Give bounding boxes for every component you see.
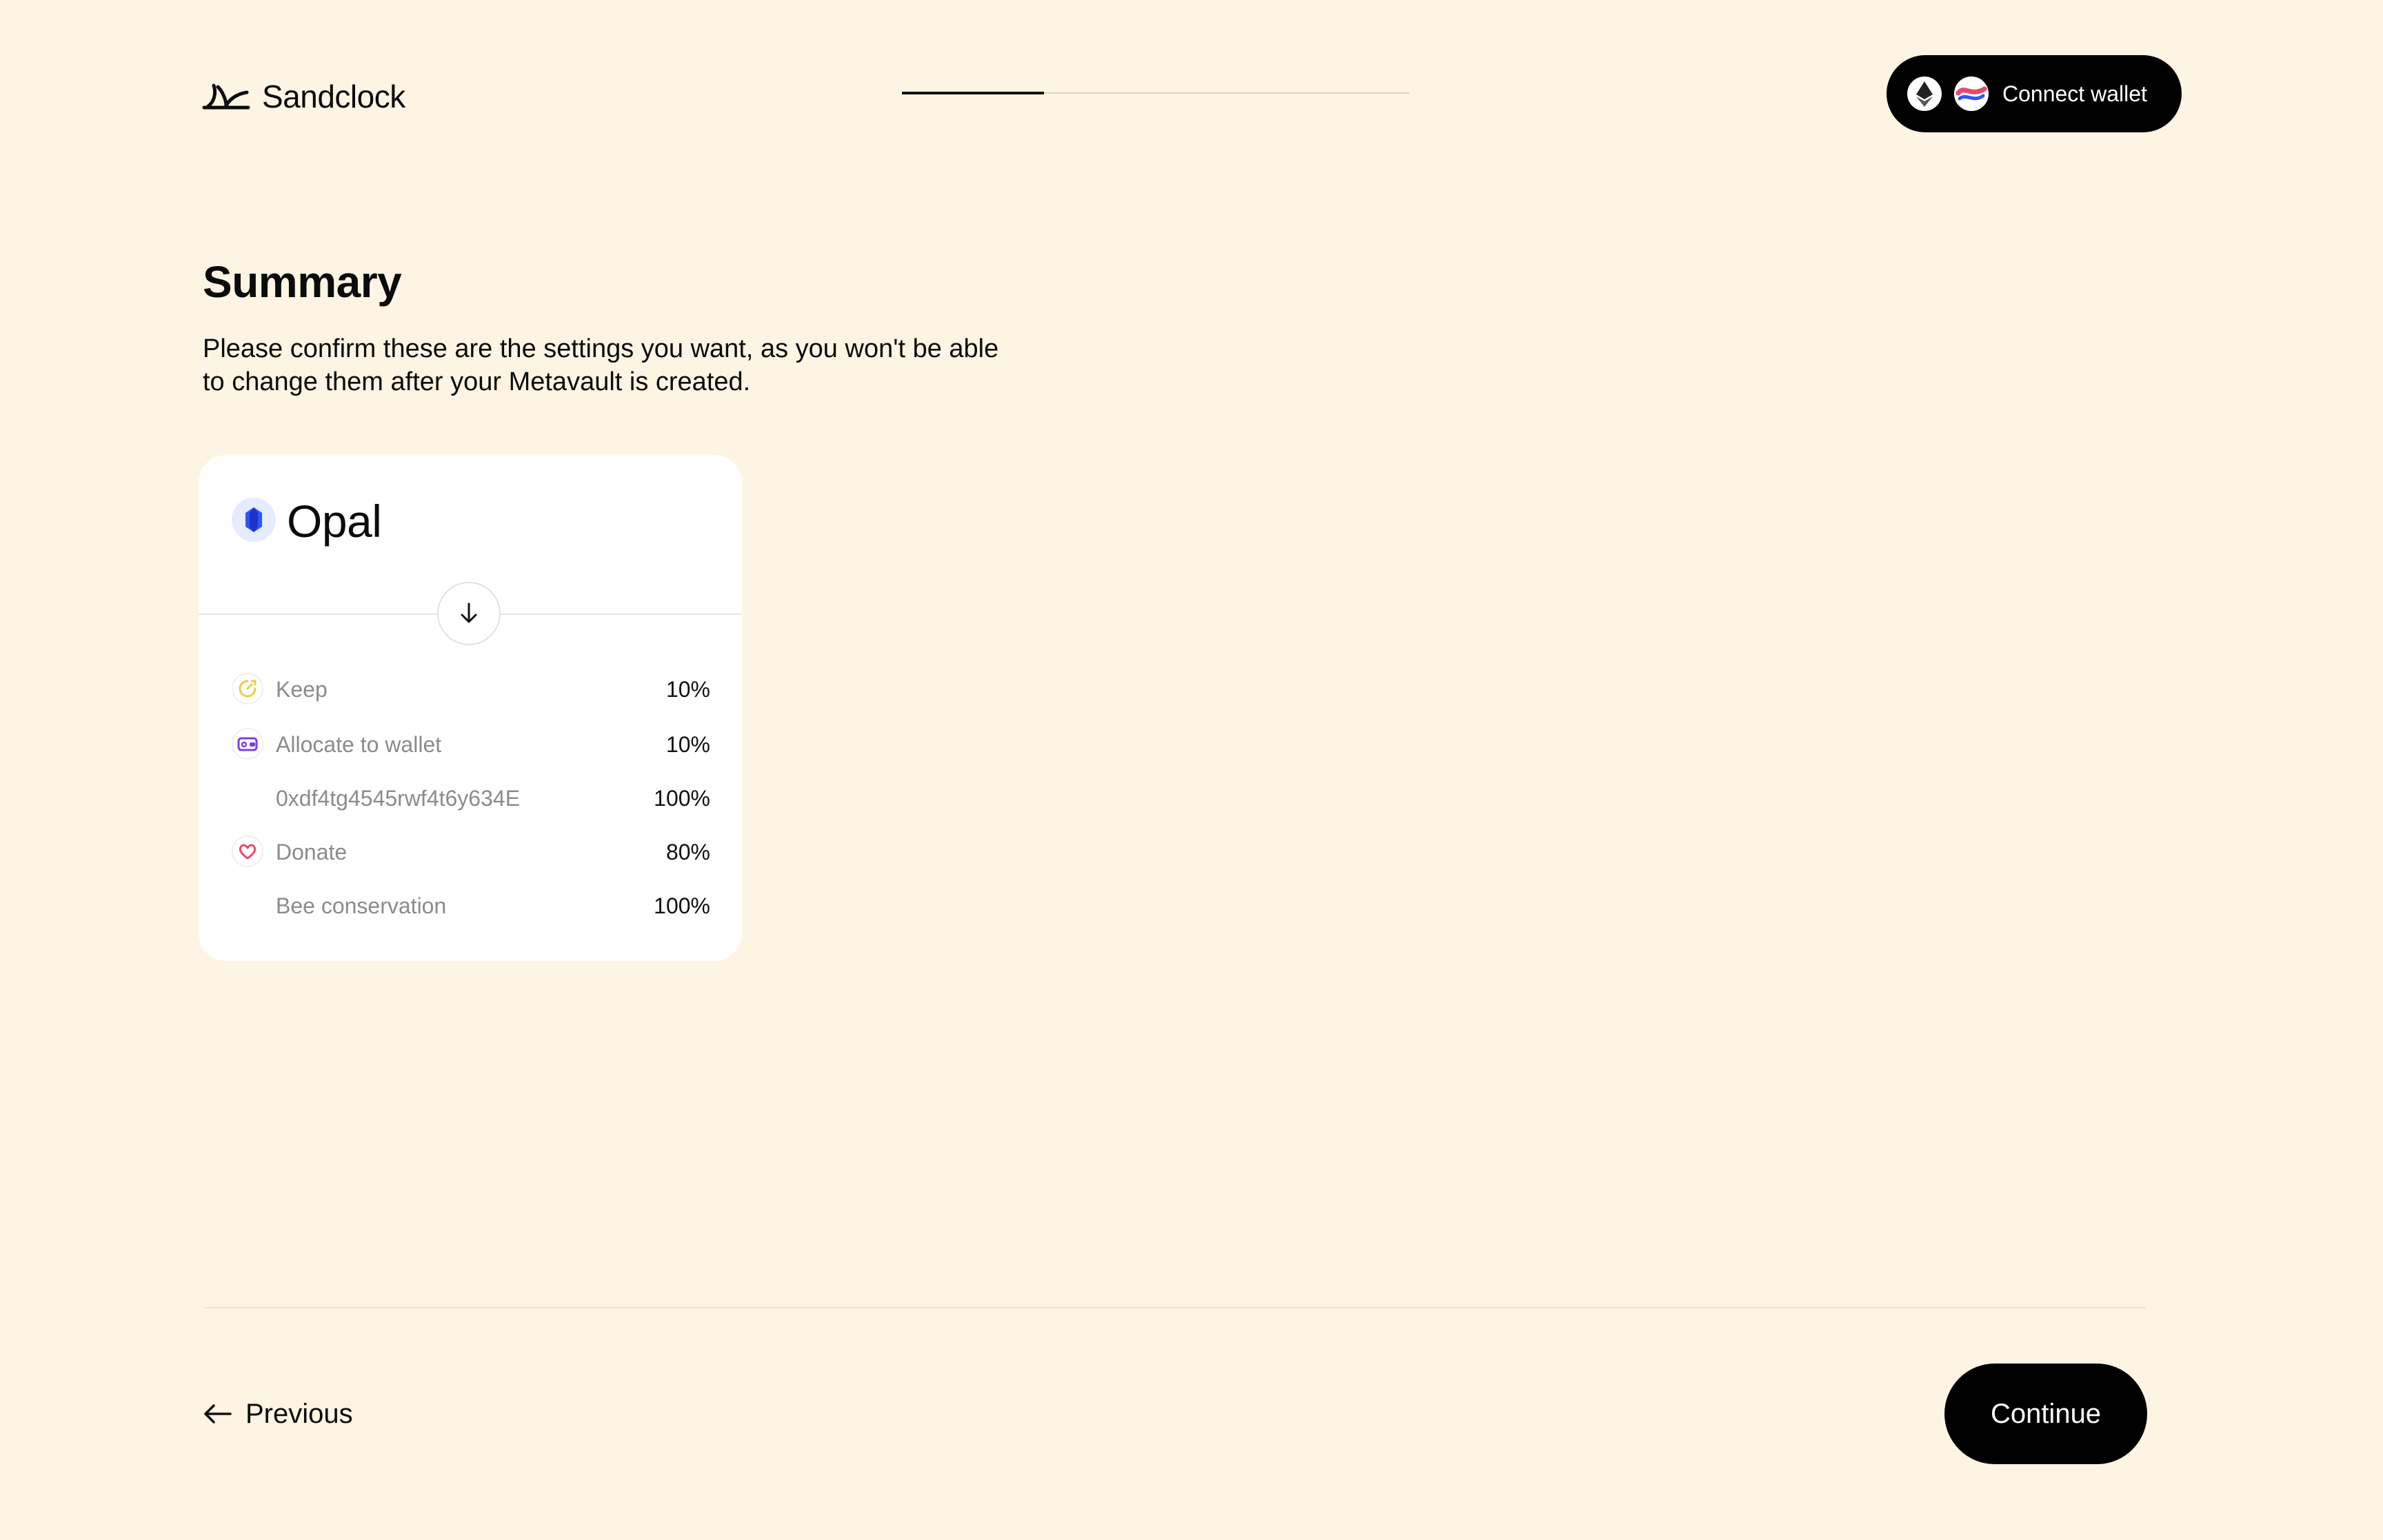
sandclock-logo-icon bbox=[202, 83, 250, 110]
row-value: 100% bbox=[654, 786, 710, 811]
ethereum-icon bbox=[1907, 77, 1942, 111]
allocation-subrow-address: 0xdf4tg4545rwf4t6y634E 100% bbox=[199, 779, 742, 818]
arrow-down-button[interactable] bbox=[437, 582, 501, 645]
row-label: Keep bbox=[276, 677, 328, 702]
allocation-row-donate: Donate 80% bbox=[199, 833, 742, 871]
brand-name: Sandclock bbox=[262, 79, 405, 114]
step-progress-fill bbox=[902, 92, 1045, 94]
row-label: Donate bbox=[276, 840, 348, 864]
row-value: 10% bbox=[665, 677, 710, 702]
row-label: 0xdf4tg4545rwf4t6y634E bbox=[276, 786, 521, 811]
row-value: 10% bbox=[665, 732, 710, 757]
footer-divider bbox=[204, 1307, 2146, 1308]
continue-button[interactable]: Continue bbox=[1944, 1364, 2147, 1464]
brand-logo[interactable]: Sandclock bbox=[201, 77, 405, 116]
wallet-icon bbox=[232, 728, 263, 760]
row-value: 100% bbox=[654, 893, 710, 918]
page-description: Please confirm these are the settings yo… bbox=[203, 334, 999, 396]
connect-wallet-label: Connect wallet bbox=[2002, 81, 2147, 106]
vault-summary-card: Opal Keep 10% Allocate to wallet 10% 0xd… bbox=[199, 455, 742, 961]
allocation-row-keep: Keep 10% bbox=[199, 670, 742, 709]
opal-gem-icon bbox=[232, 498, 276, 542]
optimism-icon bbox=[1954, 77, 1989, 111]
allocation-subrow-cause: Bee conservation 100% bbox=[199, 886, 742, 925]
previous-button[interactable]: Previous bbox=[203, 1392, 353, 1435]
connect-wallet-button[interactable]: Connect wallet bbox=[1887, 55, 2182, 132]
heart-icon bbox=[232, 835, 263, 867]
row-value: 80% bbox=[665, 840, 710, 864]
previous-label: Previous bbox=[245, 1398, 353, 1429]
row-label: Bee conservation bbox=[276, 893, 447, 918]
arrow-left-icon bbox=[204, 1404, 232, 1424]
keep-icon bbox=[232, 673, 263, 705]
page-title: Summary bbox=[203, 257, 402, 307]
arrow-down-icon bbox=[461, 602, 477, 623]
vault-name: Opal bbox=[287, 496, 382, 547]
row-label: Allocate to wallet bbox=[276, 732, 442, 757]
allocation-row-wallet: Allocate to wallet 10% bbox=[199, 725, 742, 764]
step-progress-bar bbox=[902, 92, 1409, 94]
